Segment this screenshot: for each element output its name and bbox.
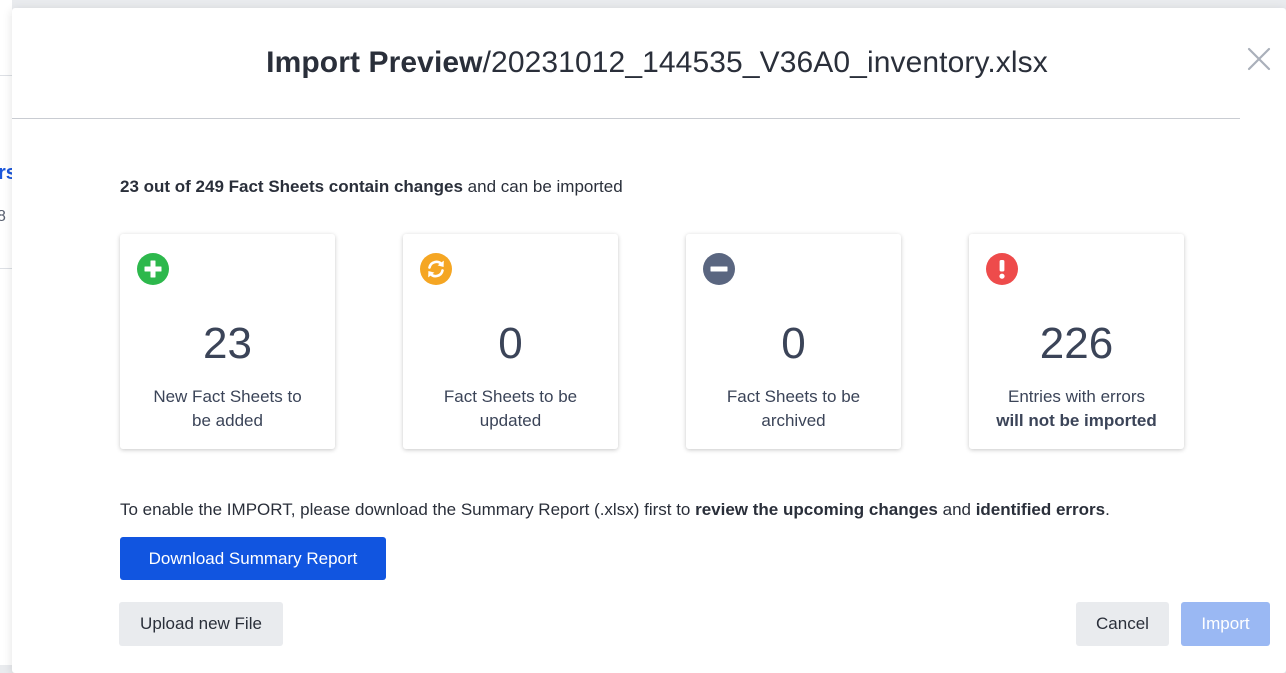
updated-description: Fact Sheets to be updated	[413, 385, 608, 433]
new-description: New Fact Sheets to be added	[130, 385, 325, 433]
enable-import-instructions: To enable the IMPORT, please download th…	[120, 500, 1110, 520]
updated-description-line2: updated	[479, 411, 542, 430]
card-errors: 226 Entries with errors will not be impo…	[969, 234, 1184, 449]
errors-count: 226	[1039, 319, 1114, 368]
archived-description: Fact Sheets to be archived	[696, 385, 891, 433]
changes-summary-bold: 23 out of 249 Fact Sheets contain change…	[120, 177, 463, 196]
updated-description-line1: Fact Sheets to be	[443, 387, 578, 406]
errors-description-line1: Entries with errors	[1008, 387, 1145, 406]
background-divider	[0, 268, 12, 269]
upload-new-file-button[interactable]: Upload new File	[119, 602, 283, 646]
card-archived: 0 Fact Sheets to be archived	[686, 234, 901, 449]
close-icon	[1247, 47, 1271, 71]
changes-summary-rest: and can be imported	[462, 177, 623, 196]
refresh-circle-icon	[420, 253, 452, 285]
import-button[interactable]: Import	[1181, 602, 1270, 646]
background-page: rs 8	[0, 0, 12, 665]
enable-text-part1: To enable the IMPORT, please download th…	[120, 500, 696, 519]
errors-description-line2: will not be imported	[996, 411, 1157, 430]
download-summary-report-button[interactable]: Download Summary Report	[120, 537, 386, 580]
enable-text-part2: and	[937, 500, 976, 519]
cancel-button[interactable]: Cancel	[1076, 602, 1169, 646]
enable-text-bold1: review the upcoming changes	[695, 500, 938, 519]
plus-circle-icon	[137, 253, 169, 285]
modal-title-prefix: Import Preview	[266, 46, 483, 79]
background-text-fragment: 8	[0, 208, 6, 225]
card-new: 23 New Fact Sheets to be added	[120, 234, 335, 449]
close-button[interactable]	[1246, 46, 1272, 72]
background-text-fragment: rs	[0, 162, 12, 184]
updated-count: 0	[498, 319, 523, 368]
new-description-line1: New Fact Sheets to	[153, 387, 302, 406]
modal-header: Import Preview/20231012_144535_V36A0_inv…	[12, 8, 1240, 119]
changes-summary: 23 out of 249 Fact Sheets contain change…	[120, 177, 623, 197]
card-updated: 0 Fact Sheets to be updated	[403, 234, 618, 449]
enable-text-part3: .	[1105, 500, 1110, 519]
errors-description: Entries with errors will not be imported	[979, 385, 1174, 433]
exclamation-circle-icon	[986, 253, 1018, 285]
archived-description-line2: archived	[761, 411, 826, 430]
new-description-line2: be added	[192, 411, 263, 430]
archived-description-line1: Fact Sheets to be	[726, 387, 861, 406]
new-count: 23	[203, 319, 252, 368]
import-preview-modal: Import Preview/20231012_144535_V36A0_inv…	[12, 8, 1286, 673]
modal-title-filename: /20231012_144535_V36A0_inventory.xlsx	[482, 46, 1048, 79]
background-divider	[0, 75, 12, 76]
archived-count: 0	[781, 319, 806, 368]
enable-text-bold2: identified errors	[975, 500, 1106, 519]
minus-circle-icon	[703, 253, 735, 285]
modal-title: Import Preview/20231012_144535_V36A0_inv…	[266, 46, 1048, 80]
